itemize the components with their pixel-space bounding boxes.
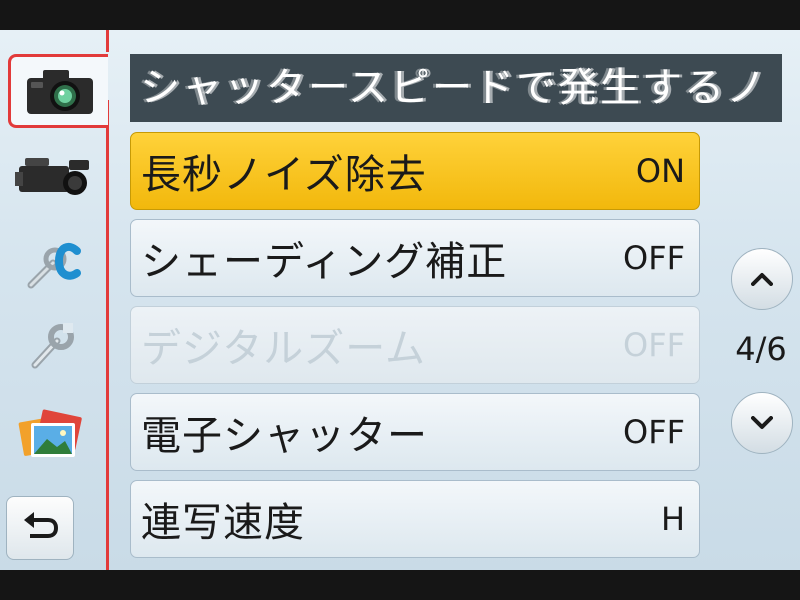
tab-setup-menu[interactable] xyxy=(0,302,106,388)
playback-photos-icon xyxy=(18,409,82,457)
menu-item-label: 電子シャッター xyxy=(141,413,428,459)
menu-item-shading-comp[interactable]: シェーディング補正 OFF xyxy=(130,219,700,297)
menu-item-value: OFF xyxy=(623,326,685,364)
camera-icon xyxy=(26,70,93,114)
menu-item-value: OFF xyxy=(623,413,685,451)
menu-item-label: 連写速度 xyxy=(141,500,305,546)
scroll-up-button[interactable] xyxy=(731,248,793,310)
menu-item-label: シェーディング補正 xyxy=(141,239,508,285)
screen-bezel-bottom xyxy=(0,570,800,600)
tab-playback-menu[interactable] xyxy=(0,392,106,478)
menu-item-value: H xyxy=(660,500,685,538)
menu-item-electronic-shutter[interactable]: 電子シャッター OFF xyxy=(130,393,700,471)
menu-item-label: デジタルズーム xyxy=(141,326,426,372)
menu-help-header: シャッタースピードで発生するノ xyxy=(130,54,782,122)
menu-item-label: 長秒ノイズ除去 xyxy=(141,152,427,198)
setup-wrench-icon xyxy=(31,323,74,369)
return-arrow-icon xyxy=(24,512,59,538)
chevron-down-icon xyxy=(751,416,773,429)
sidebar-accent-line-top xyxy=(106,30,109,52)
menu-item-burst-rate[interactable]: 連写速度 H xyxy=(130,480,700,558)
chevron-up-icon xyxy=(751,273,773,286)
menu-item-value: ON xyxy=(635,152,685,190)
scroll-down-button[interactable] xyxy=(731,392,793,454)
video-camera-icon xyxy=(15,158,89,195)
back-button[interactable] xyxy=(6,496,74,560)
menu-category-sidebar xyxy=(0,30,109,570)
tab-record-menu[interactable] xyxy=(8,54,108,128)
tab-motion-picture-menu[interactable] xyxy=(0,136,106,222)
menu-item-digital-zoom: デジタルズーム OFF xyxy=(130,306,700,384)
menu-item-long-shutter-nr[interactable]: 長秒ノイズ除去 ON xyxy=(130,132,700,210)
page-indicator: 4/6 xyxy=(735,330,787,368)
menu-list: 長秒ノイズ除去 ON シェーディング補正 OFF デジタルズーム OFF 電子シ… xyxy=(130,132,700,567)
menu-item-value: OFF xyxy=(623,239,685,277)
camera-menu-screen: シャッタースピードで発生するノ 長秒ノイズ除去 ON シェーディング補正 OFF… xyxy=(0,30,800,570)
tab-custom-menu[interactable] xyxy=(0,220,106,306)
screen-bezel-top xyxy=(0,0,800,30)
custom-wrench-icon xyxy=(27,242,81,289)
sidebar-accent-line xyxy=(106,100,109,570)
